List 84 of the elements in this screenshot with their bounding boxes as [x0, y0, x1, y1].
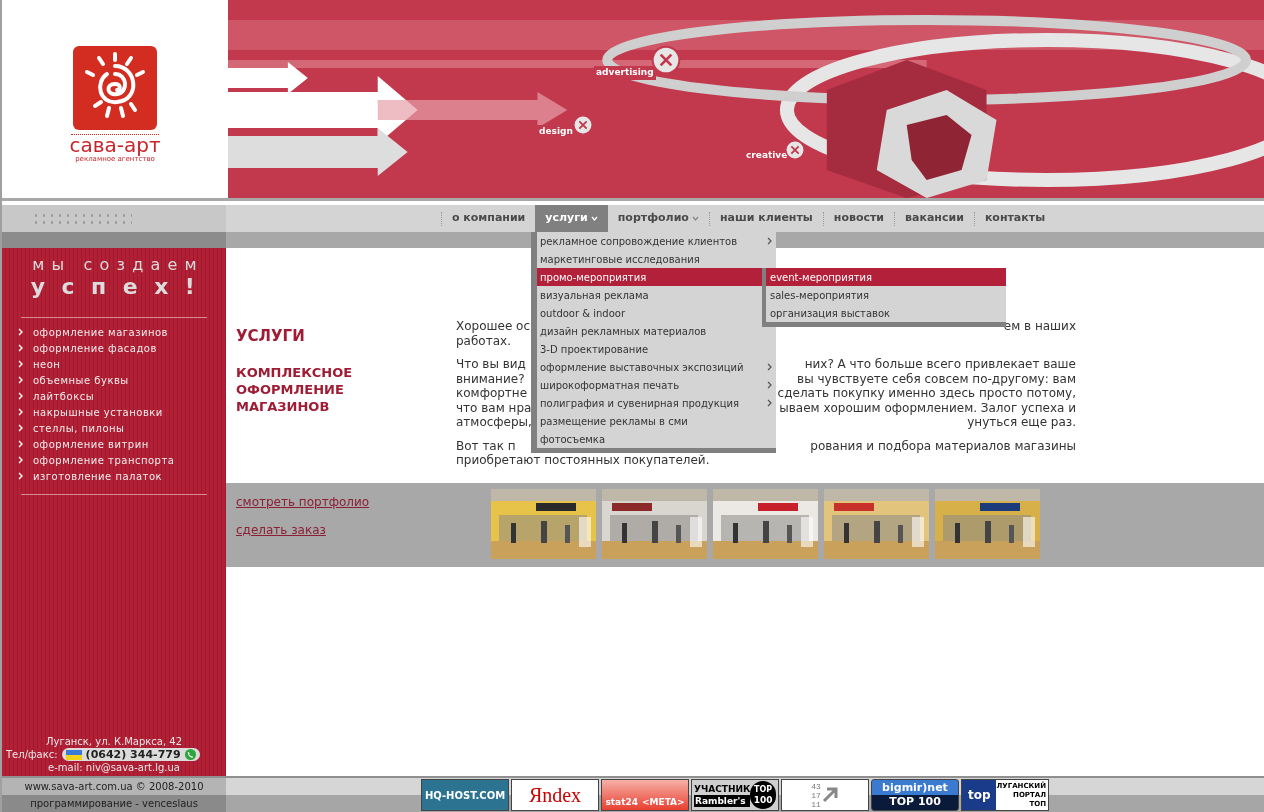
sidebar-item[interactable]: оформление фасадов: [18, 340, 226, 356]
badge-text: 17: [811, 790, 821, 800]
nav-tab[interactable]: о компании: [441, 205, 536, 232]
badge-text: 43: [811, 781, 821, 791]
badge-text: <META>: [642, 795, 685, 809]
badge-text: 100: [753, 795, 773, 805]
address: Луганск, ул. К.Маркса, 42: [45, 735, 183, 748]
menu-item[interactable]: полиграфия и сувенирная продукция: [537, 394, 776, 412]
slogan: успех!: [29, 274, 212, 300]
body-text: унуться еще раз.: [967, 415, 1076, 430]
text-link[interactable]: смотреть портфолио: [236, 493, 491, 511]
sidebar-item[interactable]: лайтбоксы: [18, 388, 226, 404]
nav-tab[interactable]: новости: [823, 205, 895, 232]
body-text: вы чувствуете себя совсем по-другому: вам: [797, 371, 1076, 386]
body-text: комфортне: [456, 386, 528, 401]
menu-item[interactable]: промо-мероприятия: [537, 268, 762, 286]
body-text: приобретают постоянных покупателей.: [456, 453, 710, 468]
close-icon: [572, 114, 594, 136]
badge-text: HQ-HOST.COM: [424, 788, 506, 803]
body-text: сделать покупку именно здесь просто потому,: [777, 386, 1076, 401]
body-text: атмосферы,: [456, 415, 532, 430]
copyright: www.sava-art.com.ua © 2008-2010: [24, 780, 204, 794]
slogan: мы создаем: [31, 256, 204, 274]
menu-item[interactable]: размещение рекламы в сми: [537, 412, 776, 430]
menu-item[interactable]: 3-D проектирование: [537, 340, 776, 358]
counter-badge[interactable]: УЧАСТНИК Rambler's TOP 100: [691, 779, 779, 811]
flag-icon: [65, 749, 82, 760]
body-text: них? А что больше всего привлекает ваше: [804, 357, 1076, 372]
counter-badge[interactable]: 43 17 11: [781, 779, 869, 811]
menu-item[interactable]: маркетинговые исследования: [537, 250, 776, 268]
menu-item[interactable]: широкоформатная печать: [537, 376, 776, 394]
nav-tab[interactable]: вакансии: [895, 205, 974, 232]
text-link[interactable]: сделать заказ: [236, 521, 491, 539]
body-text: Вот так п: [456, 438, 516, 453]
body-text: внимание?: [456, 371, 525, 386]
sidebar-item[interactable]: стеллы, пилоны: [18, 420, 226, 436]
badge-text: 11: [811, 799, 821, 809]
nav-tab[interactable]: контакты: [974, 205, 1056, 232]
phone-icon: [184, 749, 196, 760]
badge-text: Rambler's: [694, 795, 751, 807]
badge-text: stat24: [605, 795, 638, 809]
menu-item[interactable]: оформление выставочных экспозиций: [537, 358, 776, 376]
sidebar-item[interactable]: оформление транспорта: [18, 452, 226, 468]
badge-text: bigmir)net: [882, 781, 948, 795]
sidebar-item[interactable]: оформление витрин: [18, 436, 226, 452]
badge-text: TOP: [754, 785, 773, 795]
banner-label: design: [537, 125, 575, 139]
body-text: Хорошее ос: [456, 319, 531, 334]
badge-text: Яndex: [528, 783, 582, 808]
counter-badge[interactable]: bigmir)net TOP 100: [871, 779, 959, 811]
badge-text: УЧАСТНИК: [694, 783, 751, 795]
page-title: УСЛУГИ: [236, 326, 306, 347]
counter-badge[interactable]: HQ-HOST.COM: [421, 779, 509, 811]
arrow-icon: [820, 786, 839, 804]
menu-item[interactable]: фотосъемка: [537, 430, 776, 448]
sidebar-item[interactable]: неон: [18, 356, 226, 372]
menu-item[interactable]: рекламное сопровождение клиентов: [537, 232, 776, 250]
body-text: Что вы вид: [456, 357, 526, 372]
phone-number: (0642) 344-779: [85, 748, 181, 761]
phone-label: Тел/факс:: [6, 748, 58, 761]
nav-tab[interactable]: портфолио: [607, 205, 709, 232]
badge-text: TOP 100: [889, 795, 941, 809]
nav-tab[interactable]: наши клиенты: [709, 205, 823, 232]
body-text: ываем хорошим оформлением. Залог успеха и: [779, 400, 1076, 415]
email: e-mail: niv@sava-art.lg.ua: [48, 761, 180, 774]
page-subtitle: КОМПЛЕКСНОЕ ОФОРМЛЕНИЕ МАГАЗИНОВ: [236, 363, 354, 415]
menu-item[interactable]: дизайн рекламных материалов: [537, 322, 776, 340]
body-text: рования и подбора материалов магазины: [810, 438, 1076, 453]
menu-item[interactable]: организация выставок: [766, 304, 1006, 322]
counter-badge[interactable]: Яndex: [511, 779, 599, 811]
nav-tab[interactable]: услуги: [535, 205, 608, 232]
credits: программирование - venceslaus: [30, 797, 198, 811]
counter-badge[interactable]: stat24 <META>: [601, 779, 689, 811]
sidebar-item[interactable]: объемные буквы: [18, 372, 226, 388]
banner-label: advertising: [594, 66, 656, 80]
body-text: что вам нра: [456, 400, 532, 415]
logo-icon: [71, 44, 159, 132]
menu-item[interactable]: sales-мероприятия: [766, 286, 1006, 304]
sidebar-item[interactable]: накрышные установки: [18, 404, 226, 420]
sidebar-item[interactable]: оформление магазинов: [18, 324, 226, 340]
sidebar-item[interactable]: изготовление палаток: [18, 468, 226, 484]
badge-text: top: [967, 787, 991, 804]
body-text: работах.: [456, 333, 511, 348]
menu-item[interactable]: event-мероприятия: [766, 268, 1006, 286]
